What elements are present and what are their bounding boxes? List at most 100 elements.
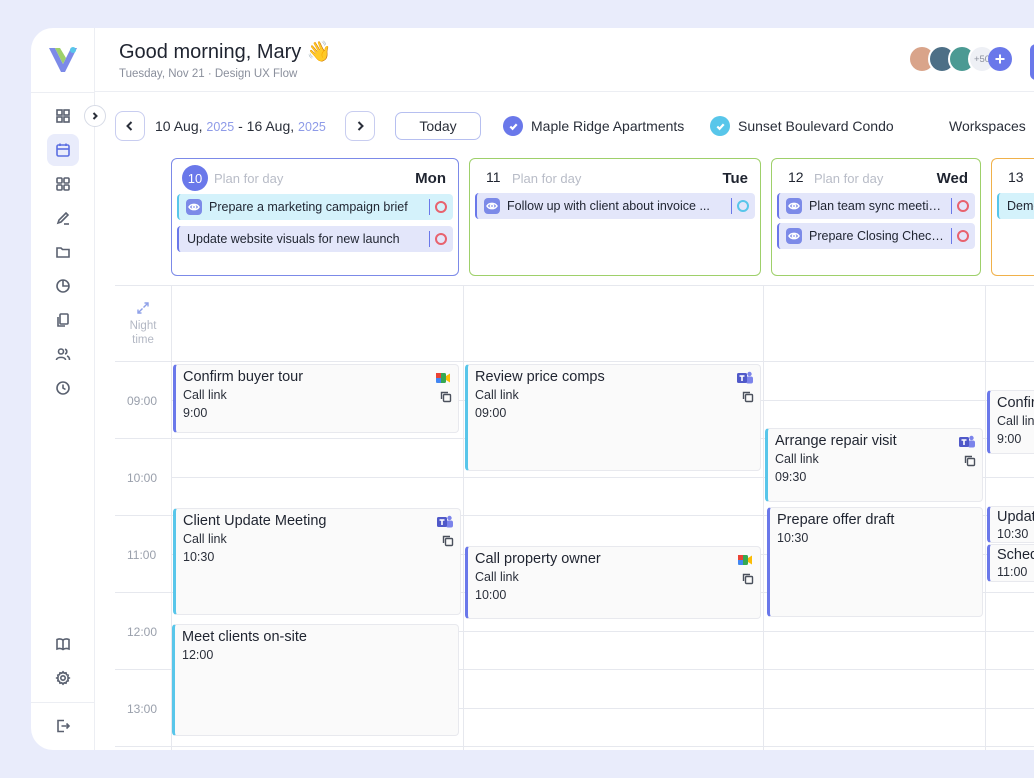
sidebar-divider	[31, 702, 95, 703]
sidebar-item-dashboard[interactable]	[47, 100, 79, 132]
event-call-link[interactable]: Call link	[183, 531, 453, 548]
event-card[interactable]: Review price comps Call link 09:00	[465, 364, 761, 471]
event-call-link[interactable]: Call link	[475, 569, 753, 586]
sidebar-item-edit[interactable]	[47, 202, 79, 234]
copy-icon[interactable]	[742, 390, 754, 403]
task-label: Plan team sync meeting...	[809, 199, 947, 213]
event-time: 10:30	[997, 527, 1029, 541]
plan-for-day-label[interactable]: Plan for day	[214, 171, 283, 186]
sidebar-item-apps[interactable]	[47, 168, 79, 200]
sidebar-item-calendar[interactable]	[47, 134, 79, 166]
sidebar-item-settings[interactable]	[47, 662, 79, 694]
day-number: 10	[182, 165, 208, 191]
grid-icon	[56, 109, 70, 123]
record-icon[interactable]	[737, 200, 749, 212]
today-button[interactable]: Today	[395, 112, 481, 140]
prev-week-button[interactable]	[115, 111, 145, 141]
day-plan-header: 10 Plan for day Mon	[172, 159, 458, 193]
plan-task[interactable]: Demo	[997, 193, 1034, 219]
event-card[interactable]: Arrange repair visit Call link 09:30	[765, 428, 983, 502]
event-card[interactable]: Updat 10:30	[987, 506, 1034, 543]
event-call-link[interactable]: Call lin	[997, 413, 1034, 430]
copy-icon[interactable]	[742, 572, 754, 585]
check-icon	[503, 116, 523, 136]
time-label: 13:00	[127, 702, 158, 716]
record-icon[interactable]	[435, 233, 447, 245]
sidebar-item-team[interactable]	[47, 338, 79, 370]
event-card[interactable]: Confirm buyer tour Call link 9:00	[173, 364, 459, 433]
event-card[interactable]: Client Update Meeting Call link 10:30	[173, 508, 461, 615]
event-call-link[interactable]: Call link	[475, 387, 753, 404]
plan-for-day-label[interactable]: Plan for day	[814, 171, 883, 186]
copy-icon[interactable]	[440, 390, 452, 403]
weekday-label: Mon	[415, 170, 446, 187]
logout-button[interactable]	[47, 710, 79, 742]
event-title: Review price comps	[475, 369, 605, 385]
plan-task[interactable]: Plan team sync meeting...	[777, 193, 975, 219]
event-title: Call property owner	[475, 551, 601, 567]
range-start-year: 2025	[206, 120, 235, 134]
night-time-toggle[interactable]: Night time	[123, 301, 163, 347]
event-time: 9:00	[997, 432, 1022, 446]
team-avatars[interactable]: +50	[908, 45, 1018, 75]
event-call-link[interactable]: Call link	[183, 387, 451, 404]
event-title: Sched	[997, 547, 1034, 563]
day-plan-card[interactable]: 11 Plan for day Tue Follow up with client a…	[469, 158, 761, 276]
event-card[interactable]: Sched 11:00	[987, 544, 1034, 582]
event-card[interactable]: Confirm Call lin 9:00	[987, 390, 1034, 454]
event-card[interactable]: Meet clients on-site 12:00	[172, 624, 459, 736]
grid-column-line	[463, 285, 464, 750]
event-time: 10:30	[183, 550, 215, 564]
filter-maple-ridge[interactable]: Maple Ridge Apartments	[503, 116, 684, 136]
header-action-button[interactable]	[1030, 44, 1034, 80]
day-number: 12	[788, 169, 804, 185]
event-title: Client Update Meeting	[183, 513, 327, 529]
day-plan-card[interactable]: 13 Demo	[991, 158, 1034, 276]
copy-icon[interactable]	[964, 454, 976, 467]
sidebar-item-files[interactable]	[47, 236, 79, 268]
plan-task[interactable]: Follow up with client about invoice ...	[475, 193, 755, 219]
greeting-title: Good morning, Mary 👋	[119, 41, 332, 63]
google-meet-icon[interactable]	[736, 552, 754, 568]
record-icon[interactable]	[957, 200, 969, 212]
filter-label: Sunset Boulevard Condo	[738, 118, 894, 134]
task-label: Update website visuals for new launch	[187, 232, 400, 246]
plan-task[interactable]: Prepare Closing Checklist	[777, 223, 975, 249]
teams-icon[interactable]	[436, 514, 454, 530]
eye-icon[interactable]	[786, 198, 802, 214]
eye-icon[interactable]	[484, 198, 500, 214]
sidebar-item-documents[interactable]	[47, 304, 79, 336]
sidebar-item-guide[interactable]	[47, 628, 79, 660]
event-call-link[interactable]: Call link	[775, 451, 975, 468]
record-icon[interactable]	[435, 201, 447, 213]
event-title: Arrange repair visit	[775, 433, 897, 449]
workspaces-dropdown[interactable]: Workspaces	[949, 118, 1026, 134]
day-plan-header: 12 Plan for day Wed	[772, 159, 980, 193]
plan-for-day-label[interactable]: Plan for day	[512, 171, 581, 186]
add-member-button[interactable]	[988, 47, 1012, 71]
sidebar-item-reports[interactable]	[47, 270, 79, 302]
day-plan-card[interactable]: 12 Plan for day Wed Plan team sync meeting.…	[771, 158, 981, 276]
eye-icon[interactable]	[786, 228, 802, 244]
book-icon	[56, 638, 70, 651]
sidebar-collapse-button[interactable]	[84, 105, 106, 127]
app-logo-icon[interactable]	[46, 42, 80, 76]
plan-task[interactable]: Update website visuals for new launch	[177, 226, 453, 252]
record-icon[interactable]	[957, 230, 969, 242]
grid-line	[115, 285, 1034, 286]
plan-task[interactable]: Prepare a marketing campaign brief	[177, 194, 453, 220]
next-week-button[interactable]	[345, 111, 375, 141]
copy-icon[interactable]	[442, 534, 454, 547]
teams-icon[interactable]	[958, 434, 976, 450]
range-end-year: 2025	[298, 120, 326, 134]
teams-icon[interactable]	[736, 370, 754, 386]
day-plan-card[interactable]: 10 Plan for day Mon Prepare a marketing cam…	[171, 158, 459, 276]
event-card[interactable]: Prepare offer draft 10:30	[767, 507, 983, 617]
task-separator	[951, 198, 952, 214]
eye-icon[interactable]	[186, 199, 202, 215]
google-meet-icon[interactable]	[434, 370, 452, 386]
filter-sunset-boulevard[interactable]: Sunset Boulevard Condo	[710, 116, 894, 136]
sidebar-item-history[interactable]	[47, 372, 79, 404]
gear-icon	[55, 670, 71, 686]
event-card[interactable]: Call property owner Call link 10:00	[465, 546, 761, 619]
